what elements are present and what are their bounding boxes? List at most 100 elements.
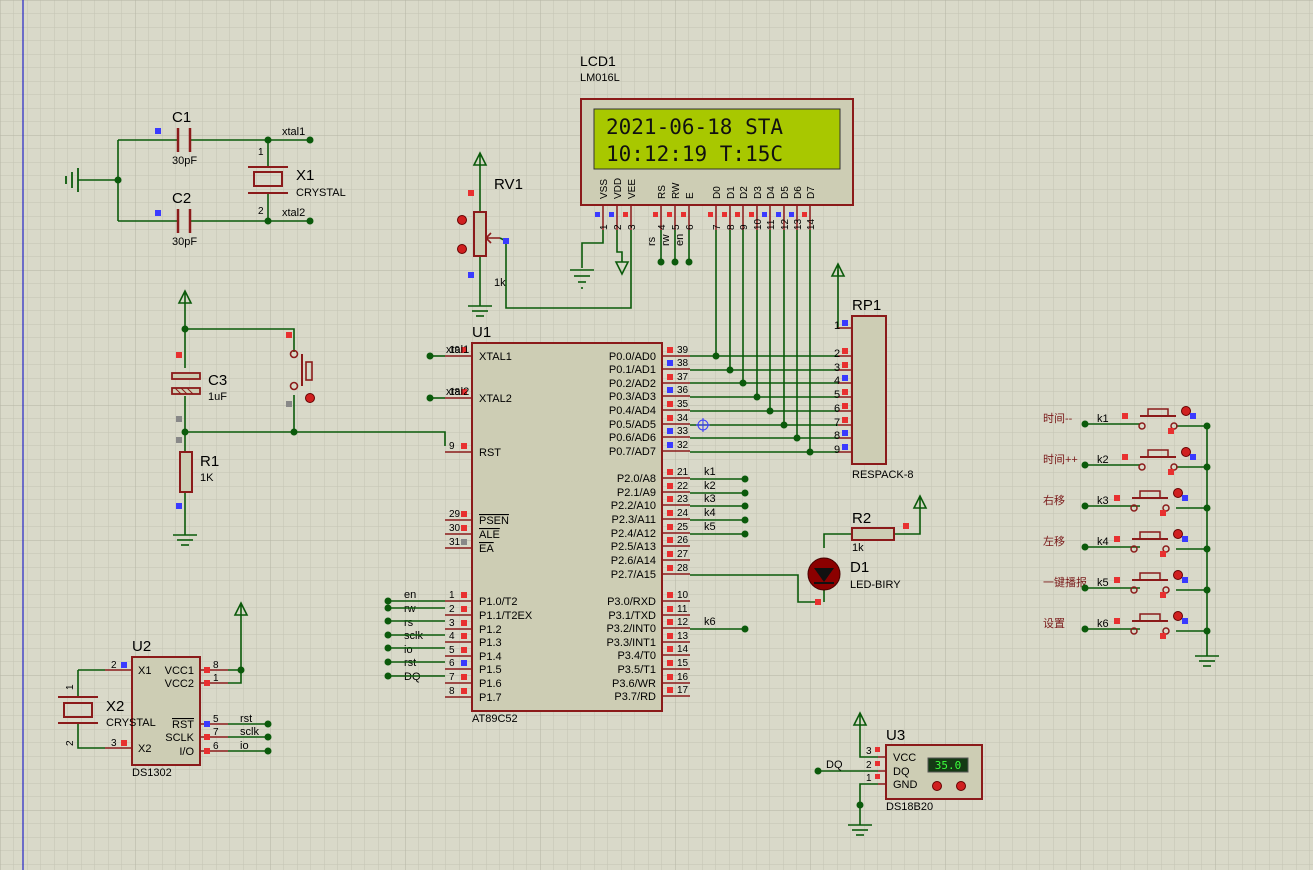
x2-pin1: 1 [65,684,76,690]
u1-pin-name: P0.6/AD6 [609,432,656,444]
pin-marker [667,592,673,598]
pin-marker [461,525,467,531]
key-label: 左移 [1043,535,1065,548]
u1-pin-name: P1.5 [479,664,502,676]
u1-pin-name: P0.5/AD5 [609,419,656,431]
key-label: 时间++ [1043,453,1078,466]
u1-pin-number: 13 [677,631,689,642]
rp1-pin-number: 9 [834,444,840,456]
u2-pin-number: 5 [213,714,219,725]
schematic-canvas[interactable]: LCD1 LM016L 2021-06-18 STA 10:12:19 T:15… [0,0,1313,870]
pin-marker [842,348,848,354]
net-label: DQ [404,671,421,683]
pin-marker [667,646,673,652]
x1-net2: xtal2 [282,207,305,219]
u2-pin-number: 2 [111,660,117,671]
pin-marker [461,674,467,680]
c1-value: 30pF [172,155,197,167]
c1-ref: C1 [172,109,191,126]
u1-pin-name: P0.4/AD4 [609,405,656,417]
u3-pin-number: 3 [866,746,872,757]
pin-marker [667,619,673,625]
u1-pin-name: P2.7/A15 [611,569,656,581]
u1-pin-name: P0.1/AD1 [609,364,656,376]
key-label: 右移 [1043,493,1065,507]
lcd-pin-number: 11 [766,219,777,230]
pin-marker [461,647,467,653]
key-label: 时间-- [1043,412,1073,425]
u2-pin-number: 8 [213,660,219,671]
u1-pin-name: P2.6/A14 [611,555,656,567]
u1-pin-number: 4 [449,631,455,642]
pin-marker [667,633,673,639]
u1-pin-number: 34 [677,413,689,424]
pin-marker [722,212,727,217]
pin-marker [749,212,754,217]
rp1-pin-number: 5 [834,389,840,401]
u1-pin-name: P3.5/T1 [617,664,656,676]
pin-marker [842,375,848,381]
pin-marker [735,212,740,217]
pin-marker [842,430,848,436]
pin-marker [121,740,127,746]
u1-pin-number: 12 [677,617,689,628]
lcd-pin-number: 7 [712,224,723,230]
net-label: rw [404,603,416,615]
lcd-pin-number: 8 [726,224,737,230]
lcd-pin-name: D4 [766,186,777,199]
net-label: xtal2 [446,386,469,398]
u1-pin-number: 23 [677,494,689,505]
pin-marker [776,212,781,217]
u1-pin-number: 15 [677,658,689,669]
temp-down-button[interactable] [932,781,942,791]
pin-marker [204,721,210,727]
pin-marker [667,401,673,407]
lcd1-line2: 10:12:19 T:15C [606,142,783,166]
u1-pin-name: P3.2/INT0 [606,623,656,635]
pin-marker [667,483,673,489]
net-label: k4 [704,507,716,519]
u1-pin-name: P3.6/WR [612,678,656,690]
pin-marker [875,761,880,766]
u1-ref: U1 [472,324,491,341]
pin-marker [204,680,210,686]
lcd1-line1: 2021-06-18 STA [606,115,783,139]
u1-pin-name: P1.4 [479,651,502,663]
pin-marker [461,443,467,449]
u2-pin-number: 6 [213,741,219,752]
x2-value: CRYSTAL [106,717,156,729]
pin-marker [842,389,848,395]
lcd-pin-name: D6 [793,186,804,199]
c2-ref: C2 [172,190,191,207]
u1-pin-number: 17 [677,685,689,696]
u1-pin-number: 31 [449,537,461,548]
lcd-pin-number: 3 [627,224,638,230]
pin-marker [667,347,673,353]
pin-marker [667,387,673,393]
net-label: rst [404,657,416,669]
pin-marker [681,212,686,217]
u1-pin-name: RST [479,447,501,459]
lcd-pin-name: D3 [753,186,764,199]
u2-pin-name: I/O [179,746,194,758]
d1-part: LED-BIRY [850,579,901,591]
u1-pin-number: 8 [449,686,455,697]
c2-value: 30pF [172,236,197,248]
pin-marker [667,524,673,530]
pin-marker [875,747,880,752]
x2-ref: X2 [106,698,124,715]
rv1-value: 1k [494,277,506,289]
pin-marker [667,428,673,434]
lcd-pin-number: 6 [685,224,696,230]
u1-pin-name: P2.5/A13 [611,541,656,553]
u3-pin-number: 2 [866,760,872,771]
pin-marker [667,687,673,693]
pin-marker [802,212,807,217]
rp1-pin-number: 1 [834,320,840,332]
net-label: rs [404,617,414,629]
rp1-ref: RP1 [852,297,881,314]
u1-pin-number: 3 [449,618,455,629]
temp-up-button[interactable] [956,781,966,791]
pin-marker [789,212,794,217]
u1-pin-number: 29 [449,509,461,520]
